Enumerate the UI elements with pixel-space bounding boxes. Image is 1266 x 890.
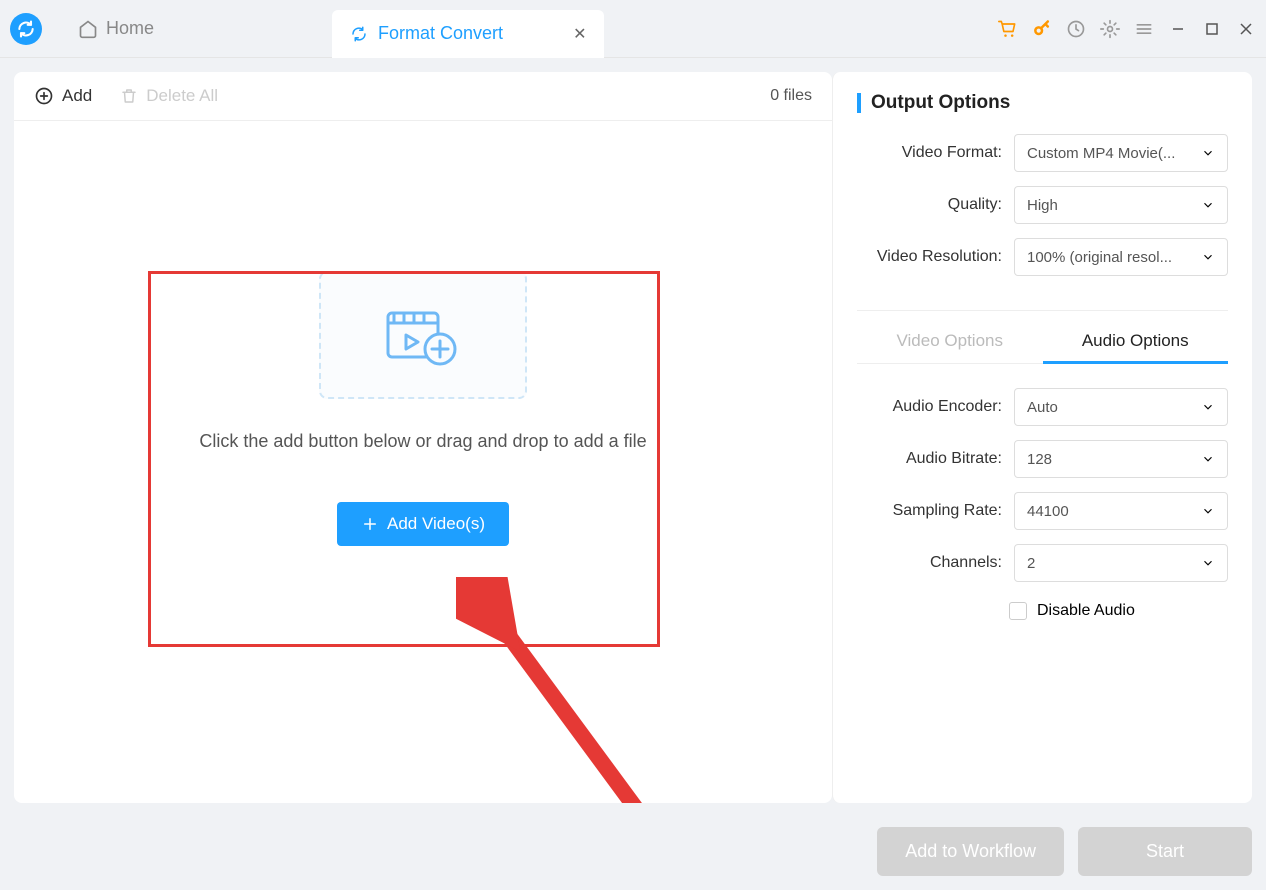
- disable-audio-label: Disable Audio: [1037, 602, 1135, 620]
- menu-icon[interactable]: [1134, 19, 1154, 39]
- add-button[interactable]: Add: [34, 86, 92, 106]
- footer: Add to Workflow Start: [0, 817, 1266, 890]
- channels-label: Channels:: [857, 554, 1014, 572]
- video-add-icon: [382, 303, 464, 367]
- divider: [857, 310, 1228, 311]
- maximize-button[interactable]: [1202, 19, 1222, 39]
- history-icon[interactable]: [1066, 19, 1086, 39]
- main-panel: Add Delete All 0 files: [14, 72, 832, 803]
- quality-select[interactable]: High: [1014, 186, 1228, 224]
- convert-icon: [350, 25, 368, 43]
- disable-audio-checkbox[interactable]: [1009, 602, 1027, 620]
- cart-icon[interactable]: [998, 19, 1018, 39]
- drop-icon-box: [319, 271, 527, 399]
- tab-format-convert[interactable]: Format Convert ✕: [332, 10, 604, 58]
- plus-circle-icon: [34, 86, 54, 106]
- settings-icon[interactable]: [1100, 19, 1120, 39]
- quality-label: Quality:: [857, 196, 1014, 214]
- chevron-down-icon: [1201, 452, 1215, 466]
- chevron-down-icon: [1201, 198, 1215, 212]
- titlebar: Home Format Convert ✕: [0, 0, 1266, 58]
- output-options-title: Output Options: [857, 92, 1228, 114]
- tab-audio-options[interactable]: Audio Options: [1043, 321, 1229, 364]
- video-format-select[interactable]: Custom MP4 Movie(...: [1014, 134, 1228, 172]
- add-videos-button[interactable]: Add Video(s): [337, 502, 509, 546]
- resolution-label: Video Resolution:: [857, 248, 1014, 266]
- home-icon: [78, 19, 98, 39]
- tab-video-options[interactable]: Video Options: [857, 321, 1043, 364]
- audio-bitrate-select[interactable]: 128: [1014, 440, 1228, 478]
- trash-icon: [120, 87, 138, 105]
- app-logo: [10, 13, 42, 45]
- channels-select[interactable]: 2: [1014, 544, 1228, 582]
- sampling-rate-label: Sampling Rate:: [857, 502, 1014, 520]
- chevron-down-icon: [1201, 504, 1215, 518]
- audio-encoder-select[interactable]: Auto: [1014, 388, 1228, 426]
- close-window-button[interactable]: [1236, 19, 1256, 39]
- key-icon[interactable]: [1032, 19, 1052, 39]
- side-panel: Output Options Video Format: Custom MP4 …: [832, 72, 1252, 803]
- delete-all-button: Delete All: [120, 86, 218, 106]
- chevron-down-icon: [1201, 556, 1215, 570]
- chevron-down-icon: [1201, 146, 1215, 160]
- files-count: 0 files: [770, 87, 812, 105]
- delete-label: Delete All: [146, 86, 218, 106]
- drop-hint: Click the add button below or drag and d…: [199, 431, 646, 452]
- drop-area[interactable]: Click the add button below or drag and d…: [14, 121, 832, 803]
- add-videos-label: Add Video(s): [387, 514, 485, 534]
- start-button[interactable]: Start: [1078, 827, 1252, 876]
- tab-home-label: Home: [106, 18, 154, 39]
- sampling-rate-select[interactable]: 44100: [1014, 492, 1228, 530]
- tab-convert-label: Format Convert: [378, 23, 503, 44]
- minimize-button[interactable]: [1168, 19, 1188, 39]
- resolution-select[interactable]: 100% (original resol...: [1014, 238, 1228, 276]
- chevron-down-icon: [1201, 250, 1215, 264]
- audio-bitrate-label: Audio Bitrate:: [857, 450, 1014, 468]
- close-tab-button[interactable]: ✕: [573, 24, 586, 44]
- add-to-workflow-button[interactable]: Add to Workflow: [877, 827, 1064, 876]
- plus-icon: [361, 515, 379, 533]
- tab-home[interactable]: Home: [60, 18, 172, 39]
- annotation-arrow: [456, 577, 736, 803]
- audio-encoder-label: Audio Encoder:: [857, 398, 1014, 416]
- add-label: Add: [62, 86, 92, 106]
- chevron-down-icon: [1201, 400, 1215, 414]
- video-format-label: Video Format:: [857, 144, 1014, 162]
